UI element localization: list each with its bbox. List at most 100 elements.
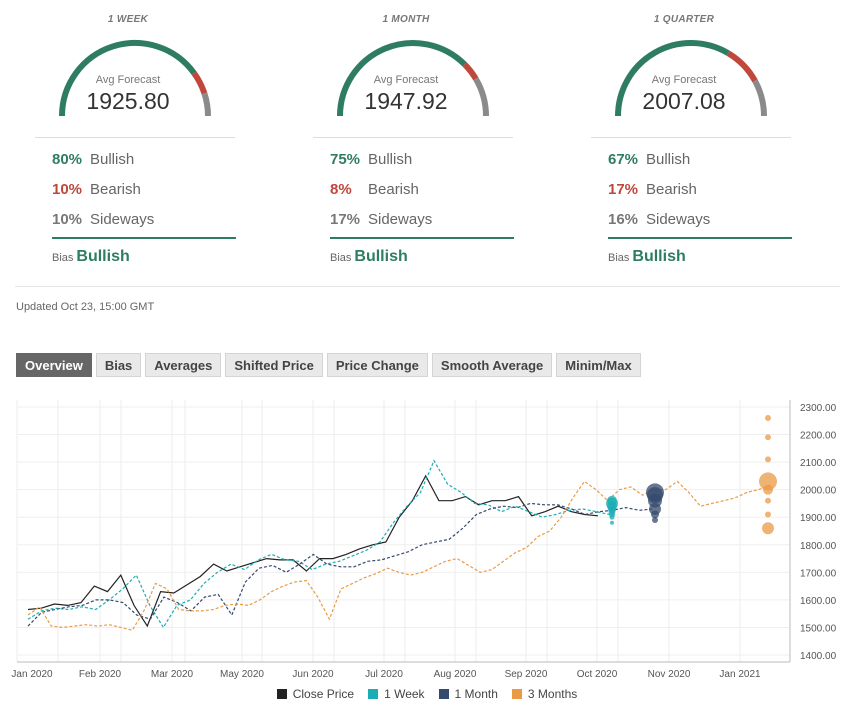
x-tick-label: Nov 2020 <box>648 669 691 680</box>
sideways-percent: 10% <box>52 211 83 228</box>
legend-swatch <box>368 689 379 699</box>
forecast-point-quarter <box>763 484 773 495</box>
y-tick-label: 1600.00 <box>800 596 837 607</box>
tab-price-change[interactable]: Price Change <box>326 353 428 377</box>
y-tick-label: 1700.00 <box>800 568 837 579</box>
y-tick-label: 1800.00 <box>800 541 837 552</box>
section-divider <box>15 286 840 287</box>
bias: Bias Bullish <box>52 248 130 266</box>
y-tick-label: 2000.00 <box>800 486 837 497</box>
x-tick-label: Oct 2020 <box>577 669 618 680</box>
x-tick-label: Jan 2021 <box>719 669 761 680</box>
y-tick-label: 1400.00 <box>800 651 837 662</box>
gauge-divider <box>35 137 235 138</box>
sideways-percent: 16% <box>608 211 639 228</box>
legend-label: 1 Week <box>384 687 425 701</box>
forecast-point-month <box>652 516 658 523</box>
avg-forecast-value: 2007.08 <box>642 88 726 114</box>
bullish-percent: 80% <box>52 151 83 168</box>
legend-item[interactable]: 3 Months <box>511 687 578 701</box>
x-tick-label: Mar 2020 <box>151 669 194 680</box>
bullish-label: Bullish <box>368 151 413 168</box>
chart-tabs: Overview Bias Averages Shifted Price Price C… <box>16 353 645 377</box>
tab-smooth-average[interactable]: Smooth Average <box>431 353 553 377</box>
bias-underline <box>608 237 792 239</box>
gauge-label: Avg Forecast <box>95 74 161 86</box>
legend-swatch <box>511 689 522 699</box>
forecast-point-quarter <box>765 511 771 518</box>
x-tick-label: Aug 2020 <box>434 669 477 680</box>
forecast-point-quarter <box>765 497 771 504</box>
y-tick-label: 2300.00 <box>800 403 837 414</box>
bearish-percent: 17% <box>608 181 639 198</box>
x-tick-label: Feb 2020 <box>79 669 122 680</box>
forecast-point-quarter <box>762 522 774 535</box>
bearish-row: 10% Bearish <box>52 181 141 198</box>
bias: Bias Bullish <box>608 248 686 266</box>
gauge-title: 1 QUARTER <box>653 14 715 25</box>
forecast-point-quarter <box>765 415 771 422</box>
forecast-chart: 2300.00 2200.00 2100.00 2000.00 1900.00 1800.… <box>11 400 837 680</box>
sideways-row: 16% Sideways <box>608 211 710 228</box>
y-tick-label: 2100.00 <box>800 458 837 469</box>
bias-label: Bias <box>330 252 352 264</box>
x-tick-label: Jun 2020 <box>292 669 334 680</box>
legend-swatch <box>438 689 449 699</box>
series-line-1-week <box>27 459 611 629</box>
bearish-label: Bearish <box>90 181 141 198</box>
bullish-label: Bullish <box>646 151 691 168</box>
gauge-divider <box>313 137 513 138</box>
x-tick-label: Jul 2020 <box>365 669 403 680</box>
avg-forecast-value: 1925.80 <box>86 88 170 114</box>
sideways-row: 10% Sideways <box>52 211 154 228</box>
x-tick-label: May 2020 <box>220 669 264 680</box>
avg-forecast-value: 1947.92 <box>364 88 448 114</box>
legend-item[interactable]: 1 Month <box>438 687 498 701</box>
bias-label: Bias <box>608 252 630 264</box>
series-line-1-month <box>27 502 654 627</box>
tab-averages[interactable]: Averages <box>145 353 222 377</box>
forecast-point-quarter <box>765 434 771 441</box>
sideways-label: Sideways <box>90 211 155 228</box>
legend-item[interactable]: Close Price <box>276 687 355 701</box>
bullish-label: Bullish <box>90 151 135 168</box>
updated-timestamp: Updated Oct 23, 15:00 GMT <box>16 301 155 313</box>
bearish-row: 17% Bearish <box>608 181 697 198</box>
forecast-point-week <box>609 514 615 520</box>
y-tick-label: 1900.00 <box>800 513 837 524</box>
x-tick-label: Sep 2020 <box>505 669 548 680</box>
bias-underline <box>52 237 236 239</box>
bullish-row: 75% Bullish <box>330 151 412 168</box>
sideways-percent: 17% <box>330 211 361 228</box>
bullish-percent: 67% <box>608 151 639 168</box>
bearish-percent: 8% <box>330 181 352 198</box>
gauge-divider <box>591 137 791 138</box>
gauge-label: Avg Forecast <box>373 74 439 86</box>
tab-shifted-price[interactable]: Shifted Price <box>225 353 323 377</box>
bias-value: Bullish <box>354 248 408 265</box>
legend-item[interactable]: 1 Week <box>368 687 425 701</box>
legend-label: 1 Month <box>454 687 498 701</box>
tab-minim-max[interactable]: Minim/Max <box>556 353 641 377</box>
tab-overview[interactable]: Overview <box>16 353 92 377</box>
legend-swatch <box>276 689 287 699</box>
y-tick-label: 2200.00 <box>800 431 837 442</box>
legend-label: Close Price <box>292 687 355 701</box>
bias-label: Bias <box>52 252 74 264</box>
gauge-label: Avg Forecast <box>651 74 717 86</box>
legend-label: 3 Months <box>527 687 578 701</box>
bullish-row: 80% Bullish <box>52 151 134 168</box>
gauge-title: 1 WEEK <box>107 14 149 25</box>
bullish-row: 67% Bullish <box>608 151 690 168</box>
bias: Bias Bullish <box>330 248 408 266</box>
x-tick-label: Jan 2020 <box>11 669 53 680</box>
bearish-row: 8% Bearish <box>330 181 419 198</box>
bearish-label: Bearish <box>368 181 419 198</box>
gauge-title: 1 MONTH <box>382 14 430 25</box>
tab-bias[interactable]: Bias <box>95 353 142 377</box>
bias-value: Bullish <box>76 248 130 265</box>
bullish-percent: 75% <box>330 151 361 168</box>
bearish-label: Bearish <box>646 181 697 198</box>
y-tick-label: 1500.00 <box>800 623 837 634</box>
bias-underline <box>330 237 514 239</box>
